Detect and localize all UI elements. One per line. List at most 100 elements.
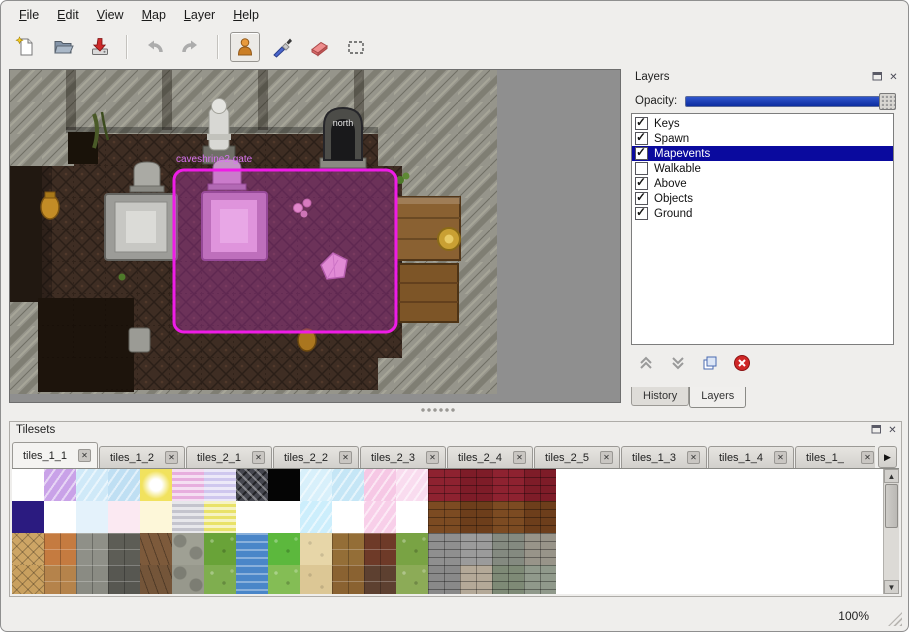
tileset-tile[interactable] — [140, 565, 172, 594]
tileset-tile[interactable] — [460, 501, 492, 533]
tileset-tile[interactable] — [12, 469, 44, 501]
tileset-tile[interactable] — [364, 469, 396, 501]
tileset-tile[interactable] — [524, 501, 556, 533]
tileset-tile[interactable] — [76, 533, 108, 565]
tileset-tile[interactable] — [332, 565, 364, 594]
layer-visibility-checkbox[interactable] — [635, 162, 648, 175]
tileset-tile[interactable] — [76, 469, 108, 501]
tileset-tile[interactable] — [396, 565, 428, 594]
rect-select-tool-button[interactable] — [341, 32, 371, 62]
layer-row-spawn[interactable]: Spawn — [632, 131, 893, 146]
tileset-tile[interactable] — [12, 533, 44, 565]
tab-close-icon[interactable]: ✕ — [78, 449, 91, 462]
tileset-tile[interactable] — [204, 565, 236, 594]
tileset-tile[interactable] — [300, 469, 332, 501]
tileset-tile[interactable] — [236, 501, 268, 533]
layer-row-objects[interactable]: Objects — [632, 191, 893, 206]
tileset-tile[interactable] — [268, 469, 300, 501]
menu-map[interactable]: Map — [134, 6, 174, 26]
tileset-tile[interactable] — [172, 565, 204, 594]
tileset-tab[interactable]: tiles_2_2 ✕ — [273, 446, 359, 468]
tileset-tile[interactable] — [332, 469, 364, 501]
open-file-button[interactable] — [48, 32, 78, 62]
tileset-tile[interactable] — [460, 533, 492, 565]
tileset-tile[interactable] — [396, 469, 428, 501]
layer-visibility-checkbox[interactable] — [635, 117, 648, 130]
layer-row-mapevents[interactable]: Mapevents — [632, 146, 893, 161]
tileset-tile[interactable] — [108, 565, 140, 594]
tileset-tile[interactable] — [524, 533, 556, 565]
tileset-tile[interactable] — [108, 469, 140, 501]
tileset-tile[interactable] — [44, 469, 76, 501]
tileset-tile[interactable] — [428, 533, 460, 565]
layer-row-above[interactable]: Above — [632, 176, 893, 191]
menu-help[interactable]: Help — [225, 6, 267, 26]
map-canvas[interactable]: caveshrine2 gate north — [10, 70, 620, 402]
layer-visibility-checkbox[interactable] — [635, 177, 648, 190]
tab-close-icon[interactable]: ✕ — [339, 451, 352, 464]
tileset-tile[interactable] — [428, 501, 460, 533]
tileset-tile[interactable] — [492, 533, 524, 565]
brush-tool-button[interactable] — [267, 32, 297, 62]
tab-layers[interactable]: Layers — [689, 387, 746, 408]
close-panel-icon[interactable]: ✕ — [886, 424, 899, 437]
opacity-slider-thumb[interactable] — [879, 93, 896, 110]
tileset-tile[interactable] — [460, 469, 492, 501]
tab-close-icon[interactable]: ✕ — [165, 451, 178, 464]
tileset-tile[interactable] — [492, 501, 524, 533]
duplicate-layer-button[interactable] — [699, 353, 721, 375]
menu-view[interactable]: View — [89, 6, 132, 26]
tab-close-icon[interactable]: ✕ — [252, 451, 265, 464]
tileset-tile[interactable] — [524, 565, 556, 594]
layer-row-walkable[interactable]: Walkable — [632, 161, 893, 176]
tileset-tab[interactable]: tiles_1_4 ✕ — [708, 446, 794, 468]
tileset-tile[interactable] — [236, 565, 268, 594]
tileset-tab[interactable]: tiles_1_2 ✕ — [99, 446, 185, 468]
tileset-tile[interactable] — [12, 501, 44, 533]
scroll-down-icon[interactable]: ▼ — [884, 580, 899, 594]
redo-button[interactable] — [176, 32, 206, 62]
tileset-tile[interactable] — [300, 501, 332, 533]
raise-layer-button[interactable] — [635, 353, 657, 375]
tileset-tile[interactable] — [76, 565, 108, 594]
tileset-tile[interactable] — [300, 565, 332, 594]
tab-close-icon[interactable]: ✕ — [774, 451, 787, 464]
tileset-tab[interactable]: tiles_1_ ✕ — [795, 446, 875, 468]
new-file-button[interactable] — [11, 32, 41, 62]
opacity-slider[interactable] — [685, 96, 896, 107]
tileset-tile[interactable] — [44, 565, 76, 594]
tileset-tile[interactable] — [396, 533, 428, 565]
horizontal-splitter-handle[interactable] — [421, 407, 455, 414]
tileset-tile[interactable] — [140, 533, 172, 565]
menu-edit[interactable]: Edit — [49, 6, 87, 26]
tileset-tile[interactable] — [460, 565, 492, 594]
tileset-tile[interactable] — [140, 469, 172, 501]
tileset-tile[interactable] — [300, 533, 332, 565]
tileset-tile[interactable] — [108, 501, 140, 533]
tileset-tile[interactable] — [172, 501, 204, 533]
tab-close-icon[interactable]: ✕ — [687, 451, 700, 464]
layer-visibility-checkbox[interactable] — [635, 147, 648, 160]
tileset-tile[interactable] — [332, 533, 364, 565]
tileset-tile[interactable] — [44, 501, 76, 533]
tileset-tab[interactable]: tiles_2_1 ✕ — [186, 446, 272, 468]
tileset-tile[interactable] — [236, 533, 268, 565]
tileset-tab[interactable]: tiles_1_1 ✕ — [12, 442, 98, 468]
stamp-tool-button[interactable] — [230, 32, 260, 62]
layer-row-ground[interactable]: Ground — [632, 206, 893, 221]
tileset-tab[interactable]: tiles_1_3 ✕ — [621, 446, 707, 468]
tileset-tile[interactable] — [492, 469, 524, 501]
resize-grip[interactable] — [888, 612, 902, 626]
menu-file[interactable]: File — [11, 6, 47, 26]
tileset-tile[interactable] — [236, 469, 268, 501]
tileset-tile[interactable] — [12, 565, 44, 594]
tileset-tile[interactable] — [268, 565, 300, 594]
tileset-tile[interactable] — [428, 565, 460, 594]
tileset-tile[interactable] — [524, 469, 556, 501]
undo-button[interactable] — [139, 32, 169, 62]
tileset-tile[interactable] — [268, 501, 300, 533]
save-button[interactable] — [85, 32, 115, 62]
tileset-grid[interactable] — [12, 469, 556, 594]
layer-row-keys[interactable]: Keys — [632, 116, 893, 131]
tileset-tile[interactable] — [172, 469, 204, 501]
